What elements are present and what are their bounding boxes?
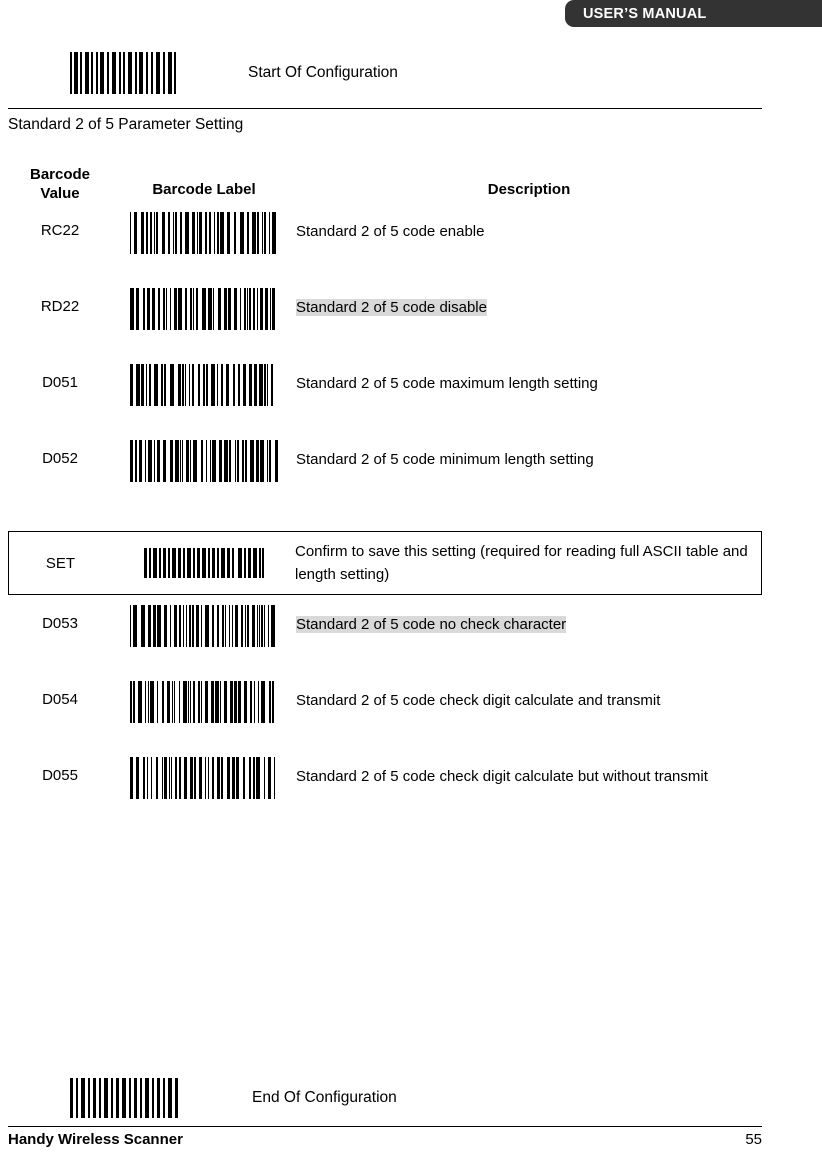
row-barcode-cell xyxy=(112,681,296,723)
footer-page-number: 55 xyxy=(745,1131,762,1148)
footer-product-name: Handy Wireless Scanner xyxy=(8,1131,183,1148)
column-header-barcode-value: Barcode Value xyxy=(8,166,112,204)
table-row: D051 Standard 2 of 5 code maximum length … xyxy=(8,364,762,440)
table-rows-before-set: RC22 Standard 2 of 5 code enable RD22 Stand… xyxy=(8,212,762,516)
parameter-table-continued: D053 Standard 2 of 5 code no check charac… xyxy=(8,605,762,833)
table-row: RD22 Standard 2 of 5 code disable xyxy=(8,288,762,364)
barcode-start-of-configuration xyxy=(68,52,178,94)
barcode-d051 xyxy=(129,364,279,406)
set-row-description: Confirm to save this setting (required f… xyxy=(295,542,748,583)
column-header-description: Description xyxy=(487,181,571,198)
row-barcode-value: RD22 xyxy=(40,298,80,315)
start-of-configuration-label: Start Of Configuration xyxy=(248,64,398,81)
barcode-d055 xyxy=(129,757,279,799)
row-barcode-cell xyxy=(112,288,296,330)
row-description-highlight: Standard 2 of 5 code disable xyxy=(296,299,487,316)
row-barcode-value: D054 xyxy=(42,691,78,708)
row-description: Standard 2 of 5 code disable xyxy=(296,288,762,319)
row-description: Standard 2 of 5 code maximum length sett… xyxy=(296,375,598,392)
row-description: Standard 2 of 5 code minimum length sett… xyxy=(296,451,594,468)
table-row: D054 Standard 2 of 5 code check digit cal… xyxy=(8,681,762,757)
page-header-title: USER’S MANUAL xyxy=(583,5,707,22)
row-description: Standard 2 of 5 code check digit calcula… xyxy=(296,768,708,785)
row-description: Standard 2 of 5 code no check character xyxy=(296,605,762,636)
set-row-barcode-cell xyxy=(112,548,295,578)
table-header-row: Barcode Value Barcode Label Description xyxy=(8,166,762,212)
row-barcode-cell xyxy=(112,440,296,482)
row-barcode-cell xyxy=(112,757,296,799)
end-of-configuration-label: End Of Configuration xyxy=(252,1089,397,1106)
table-row: D055 Standard 2 of 5 code check digit cal… xyxy=(8,757,762,833)
section-title: Standard 2 of 5 Parameter Setting xyxy=(8,116,244,133)
row-barcode-value: D052 xyxy=(42,450,78,467)
barcode-rd22 xyxy=(129,288,279,330)
set-row: SET Confirm to save this setting (requir… xyxy=(8,531,762,595)
row-barcode-value: RC22 xyxy=(40,222,80,239)
barcode-set xyxy=(142,548,265,578)
row-description: Standard 2 of 5 code enable xyxy=(296,223,485,240)
column-header-barcode-value-line2: Value xyxy=(40,184,80,202)
row-barcode-value: D053 xyxy=(42,615,78,632)
parameter-table: Barcode Value Barcode Label Description … xyxy=(8,166,762,516)
set-row-value: SET xyxy=(45,554,76,572)
table-row: D052 Standard 2 of 5 code minimum length … xyxy=(8,440,762,516)
start-of-configuration-row: Start Of Configuration xyxy=(68,52,398,94)
header-divider xyxy=(8,108,762,109)
row-description: Standard 2 of 5 code check digit calcula… xyxy=(296,692,661,709)
barcode-d052 xyxy=(129,440,279,482)
table-row: D053 Standard 2 of 5 code no check charac… xyxy=(8,605,762,681)
table-row: RC22 Standard 2 of 5 code enable xyxy=(8,212,762,288)
footer-divider xyxy=(8,1126,762,1127)
column-header-barcode-value-line1: Barcode xyxy=(29,166,91,183)
row-description-highlight: Standard 2 of 5 code no check character xyxy=(296,616,567,633)
end-of-configuration-row: End Of Configuration xyxy=(68,1078,397,1118)
barcode-rc22 xyxy=(129,212,279,254)
row-barcode-cell xyxy=(112,605,296,647)
row-barcode-cell xyxy=(112,212,296,254)
column-header-barcode-label: Barcode Label xyxy=(152,181,256,198)
barcode-end-of-configuration xyxy=(68,1078,180,1118)
barcode-d054 xyxy=(129,681,279,723)
barcode-d053 xyxy=(129,605,279,647)
row-barcode-cell xyxy=(112,364,296,406)
page-header-bar: USER’S MANUAL xyxy=(565,0,822,27)
table-rows-after-set: D053 Standard 2 of 5 code no check charac… xyxy=(8,605,762,833)
manual-page: USER’S MANUAL Start Of Configuration Sta… xyxy=(0,0,822,1153)
row-barcode-value: D051 xyxy=(42,374,78,391)
row-barcode-value: D055 xyxy=(42,767,78,784)
